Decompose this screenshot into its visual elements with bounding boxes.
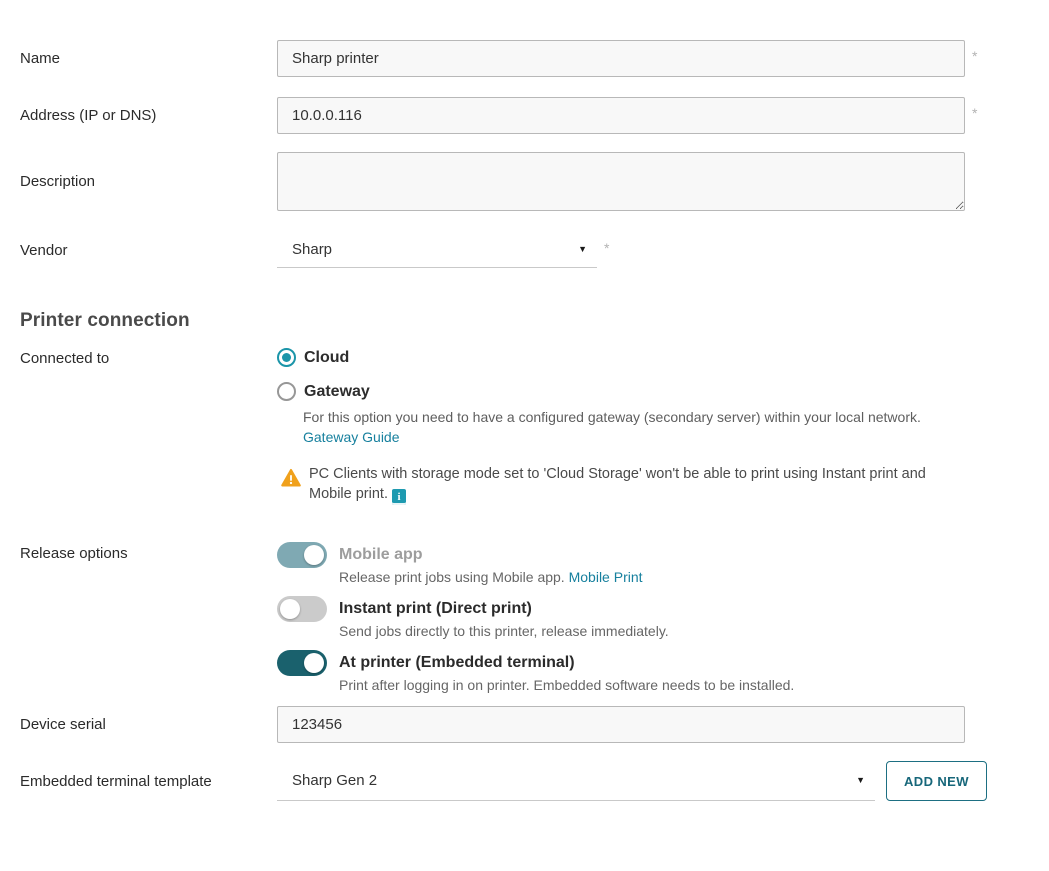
caret-down-icon: ▼ (856, 776, 865, 785)
required-asterisk: * (604, 240, 609, 256)
connected-to-label: Connected to (20, 348, 277, 505)
device-serial-label: Device serial (20, 716, 277, 733)
release-options-label: Release options (20, 542, 277, 704)
toggle-item-instant-print: Instant print (Direct print) Send jobs d… (277, 596, 794, 641)
warning-triangle-icon (281, 468, 301, 487)
cloud-storage-warning: PC Clients with storage mode set to 'Clo… (281, 465, 981, 505)
toggle-item-at-printer: At printer (Embedded terminal) Print aft… (277, 650, 794, 695)
radio-option-cloud[interactable]: Cloud (277, 348, 981, 367)
radio-cloud-circle (277, 348, 296, 367)
address-row: Address (IP or DNS) * (20, 97, 1049, 134)
caret-down-icon: ▼ (578, 245, 587, 254)
add-new-button[interactable]: ADD NEW (886, 761, 987, 801)
toggle-knob (304, 653, 324, 673)
gateway-help-text: For this option you need to have a confi… (303, 409, 921, 425)
at-printer-toggle[interactable] (277, 650, 327, 676)
vendor-row: Vendor Sharp ▼ * (20, 232, 1049, 268)
printer-settings-form: Name * Address (IP or DNS) * Description… (0, 0, 1049, 871)
mobile-print-link[interactable]: Mobile Print (569, 569, 643, 585)
name-row: Name * (20, 40, 1049, 77)
instant-print-description: Send jobs directly to this printer, rele… (339, 621, 669, 641)
description-textarea[interactable] (277, 152, 965, 211)
vendor-select[interactable]: Sharp ▼ (277, 232, 597, 268)
toggle-knob (280, 599, 300, 619)
gateway-guide-link[interactable]: Gateway Guide (303, 428, 400, 447)
instant-print-toggle[interactable] (277, 596, 327, 622)
info-icon[interactable]: i (392, 489, 406, 505)
mobile-app-title: Mobile app (339, 542, 643, 568)
device-serial-input[interactable] (277, 706, 965, 743)
embedded-template-select[interactable]: Sharp Gen 2 ▼ (277, 761, 875, 801)
instant-print-title: Instant print (Direct print) (339, 596, 669, 622)
radio-gateway-circle (277, 382, 296, 401)
description-label: Description (20, 173, 277, 190)
radio-cloud-label: Cloud (304, 349, 349, 367)
device-serial-row: Device serial (20, 706, 1049, 743)
address-input[interactable] (277, 97, 965, 134)
vendor-label: Vendor (20, 242, 277, 259)
description-row: Description (20, 152, 1049, 211)
name-input[interactable] (277, 40, 965, 77)
mobile-app-toggle[interactable] (277, 542, 327, 568)
mobile-app-description: Release print jobs using Mobile app. Mob… (339, 567, 643, 587)
required-asterisk: * (972, 48, 977, 64)
mobile-app-description-text: Release print jobs using Mobile app. (339, 569, 565, 585)
toggle-knob (304, 545, 324, 565)
connected-to-row: Connected to Cloud Gateway For this opti… (20, 348, 1049, 505)
radio-selected-dot (282, 353, 291, 362)
release-options-row: Release options Mobile app Release print… (20, 542, 1049, 704)
at-printer-title: At printer (Embedded terminal) (339, 650, 794, 676)
name-label: Name (20, 50, 277, 67)
section-heading-printer-connection: Printer connection (20, 310, 1049, 332)
toggle-item-mobile-app: Mobile app Release print jobs using Mobi… (277, 542, 794, 587)
radio-gateway-label: Gateway (304, 383, 370, 401)
radio-option-gateway[interactable]: Gateway (277, 382, 981, 401)
address-label: Address (IP or DNS) (20, 107, 277, 124)
gateway-help: For this option you need to have a confi… (303, 408, 981, 447)
embedded-template-label: Embedded terminal template (20, 761, 277, 801)
embedded-template-select-value: Sharp Gen 2 (292, 772, 377, 789)
embedded-template-row: Embedded terminal template Sharp Gen 2 ▼… (20, 761, 1049, 801)
required-asterisk: * (972, 105, 977, 121)
at-printer-description: Print after logging in on printer. Embed… (339, 675, 794, 695)
vendor-select-value: Sharp (292, 241, 332, 258)
